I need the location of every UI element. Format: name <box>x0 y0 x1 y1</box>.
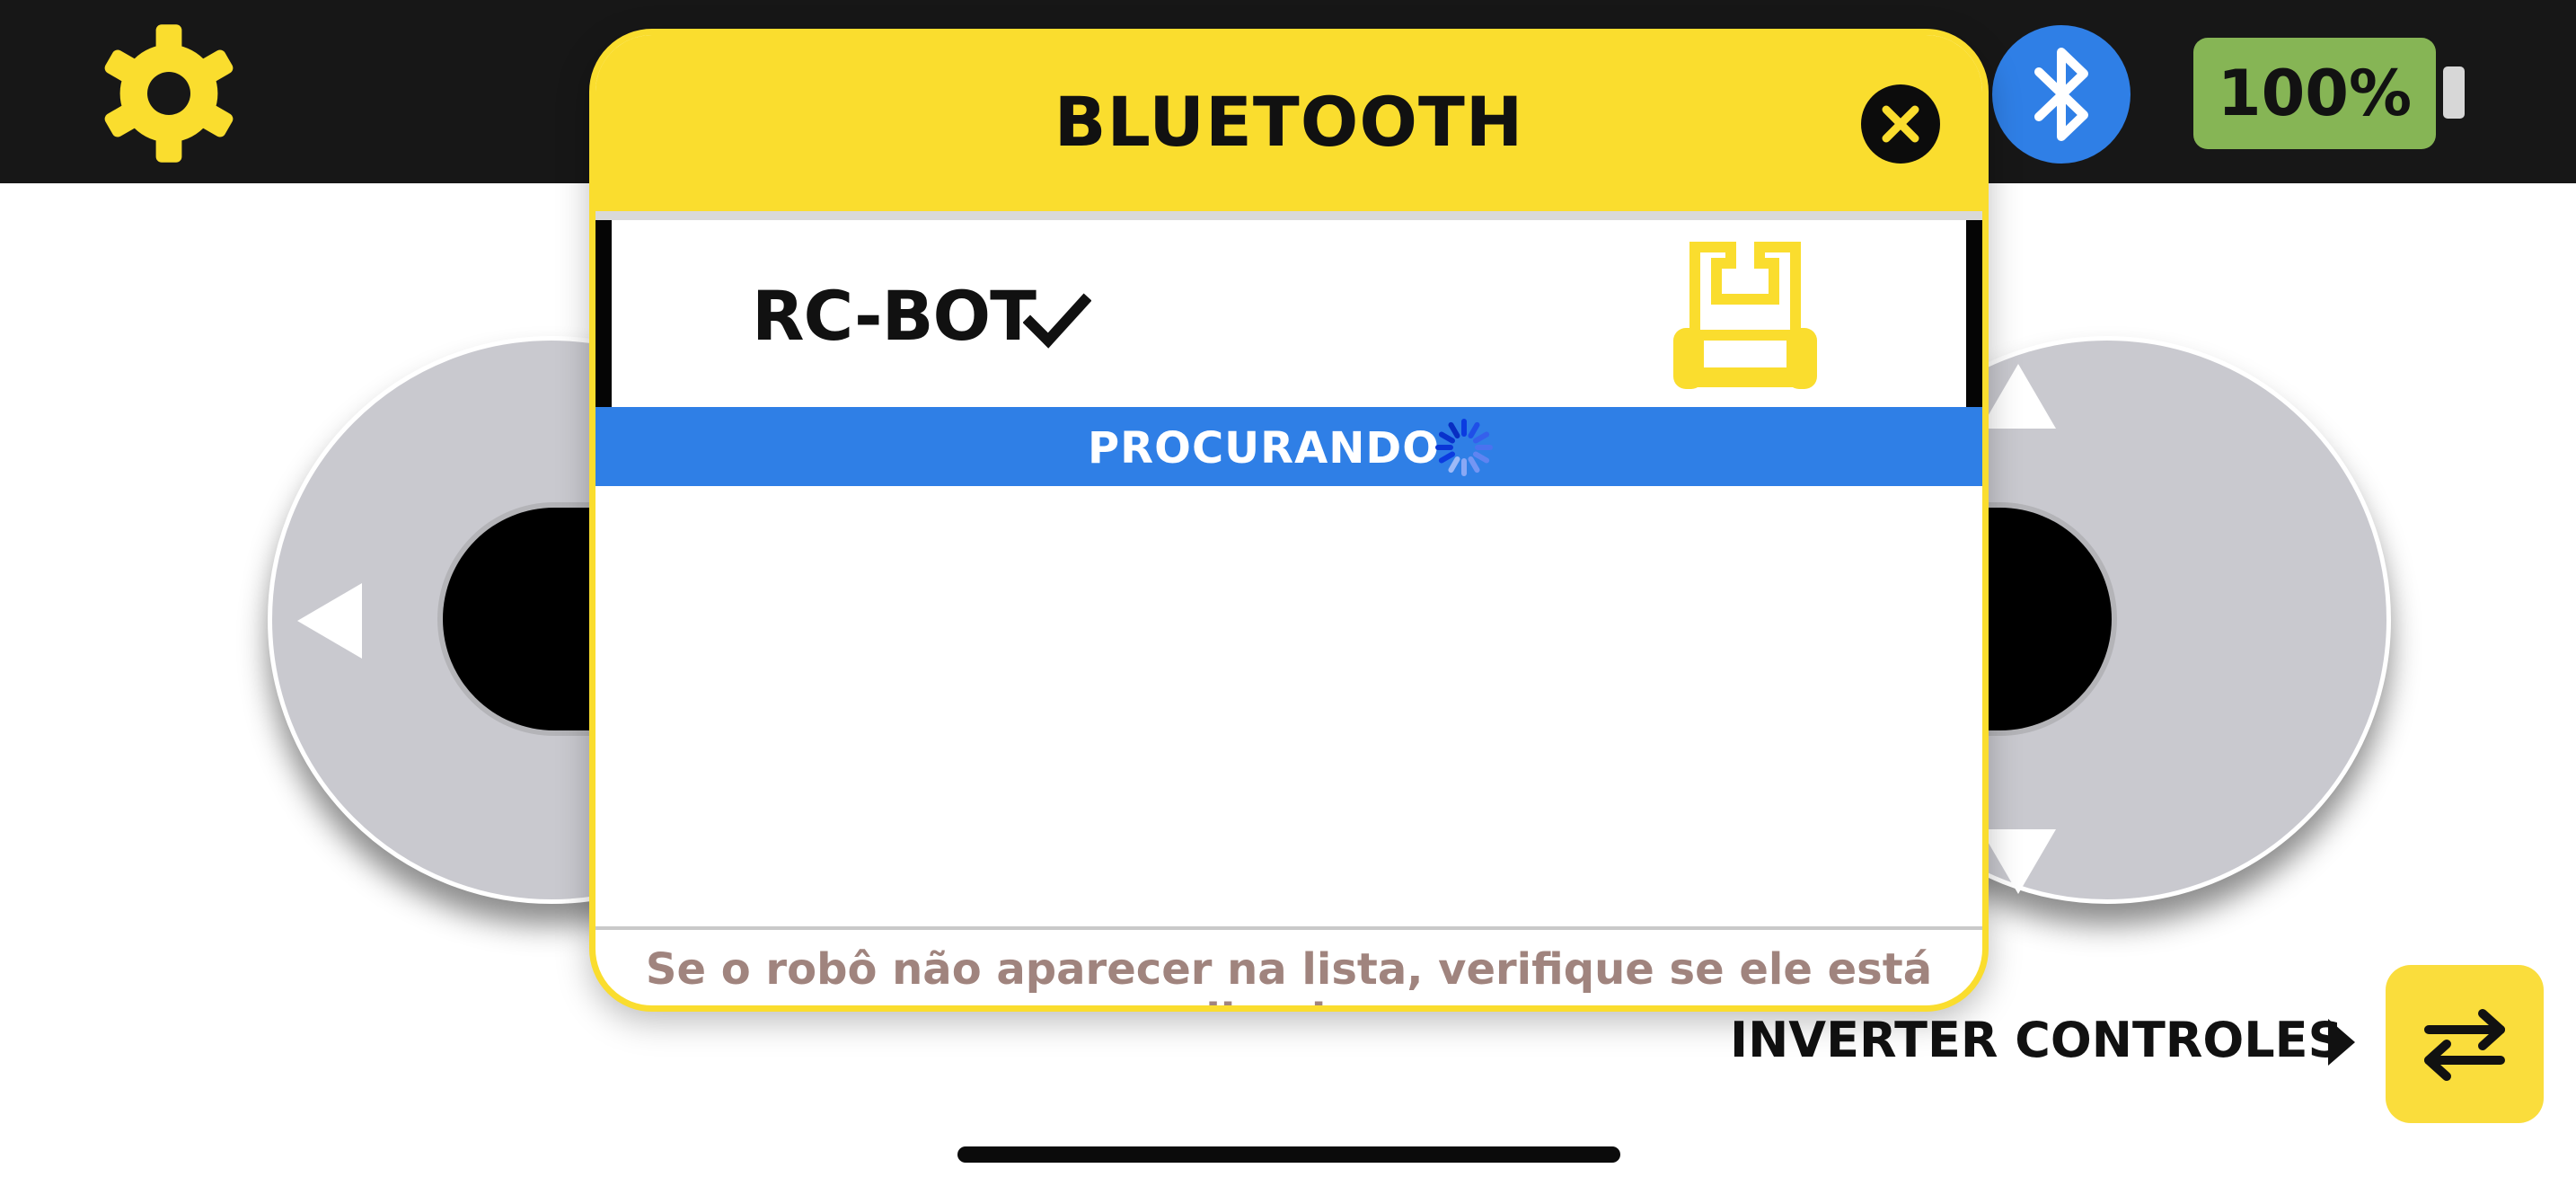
play-triangle-icon <box>2328 1019 2355 1066</box>
settings-gear-icon[interactable] <box>97 22 241 165</box>
modal-header: BLUETOOTH <box>595 35 1982 211</box>
battery-indicator: 100% <box>2193 38 2436 149</box>
bluetooth-icon <box>2034 48 2088 141</box>
triangle-down-icon <box>1981 829 2056 894</box>
footer-divider <box>595 926 1982 930</box>
modal-title: BLUETOOTH <box>1054 82 1524 162</box>
invert-controls-button[interactable] <box>2386 965 2544 1123</box>
bluetooth-button[interactable] <box>1992 25 2130 164</box>
home-indicator[interactable] <box>957 1146 1620 1163</box>
checkmark-icon <box>1023 293 1091 349</box>
header-divider <box>595 211 1982 220</box>
robot-icon <box>1673 242 1817 389</box>
triangle-up-icon <box>1981 364 2056 429</box>
battery-tip <box>2443 66 2465 119</box>
row-edge-left <box>595 220 612 407</box>
device-name: RC-BOT <box>752 276 1037 356</box>
close-icon <box>1882 105 1919 143</box>
device-list-item[interactable]: RC-BOT <box>595 220 1982 407</box>
triangle-left-icon <box>297 583 362 659</box>
close-button[interactable] <box>1861 84 1940 164</box>
footer-hint: Se o robô não aparecer na lista, verifiq… <box>645 944 1933 1005</box>
swap-arrows-icon <box>2424 1009 2505 1081</box>
row-edge-right <box>1966 220 1982 407</box>
invert-controls-label[interactable]: INVERTER CONTROLES <box>1730 1012 2342 1068</box>
bluetooth-modal: BLUETOOTH RC-BOT PROCURANDO Se o robô nã… <box>589 29 1989 1012</box>
searching-label: PROCURANDO <box>1088 423 1441 474</box>
spinner-icon <box>1435 419 1493 476</box>
searching-status-bar: PROCURANDO <box>595 407 1982 486</box>
